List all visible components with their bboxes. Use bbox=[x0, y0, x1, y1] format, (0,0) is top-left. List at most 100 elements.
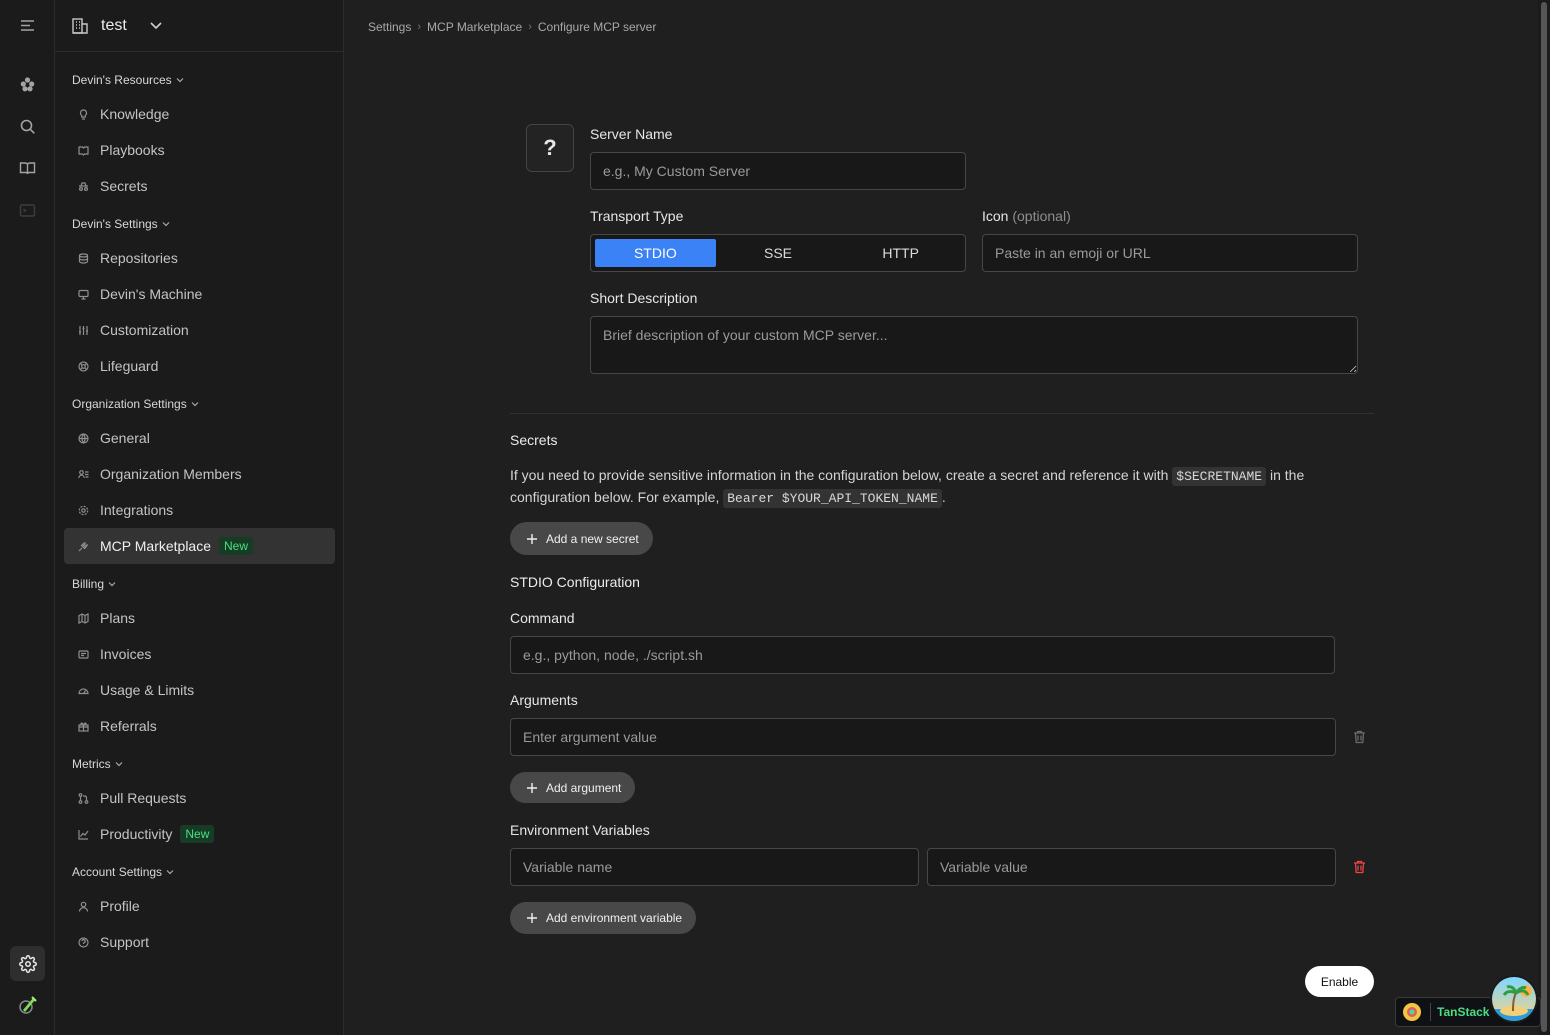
section-organization-settings[interactable]: Organization Settings bbox=[72, 397, 199, 411]
breadcrumb: Settings › MCP Marketplace › Configure M… bbox=[368, 20, 656, 34]
sidebar-item-customization[interactable]: Customization bbox=[64, 312, 335, 348]
command-input[interactable] bbox=[510, 636, 1335, 674]
section-account-settings[interactable]: Account Settings bbox=[72, 865, 174, 879]
arguments-label: Arguments bbox=[510, 692, 578, 708]
env-vars-label: Environment Variables bbox=[510, 822, 650, 838]
org-name: test bbox=[101, 16, 127, 34]
sidebar-item-invoices[interactable]: Invoices bbox=[64, 636, 335, 672]
database-icon bbox=[76, 252, 91, 264]
sidebar-item-support[interactable]: Support bbox=[64, 924, 335, 960]
sidebar-item-mcp-marketplace[interactable]: MCP Marketplace New bbox=[64, 528, 335, 564]
gauge-icon bbox=[76, 685, 91, 696]
section-devins-resources[interactable]: Devin's Resources bbox=[72, 73, 184, 87]
chevron-down-icon bbox=[166, 870, 174, 875]
page-scrollbar[interactable] bbox=[1538, 0, 1550, 1035]
user-avatar-icon[interactable] bbox=[10, 987, 45, 1022]
icon-label: Icon (optional) bbox=[982, 208, 1071, 224]
sidebar-item-referrals[interactable]: Referrals bbox=[64, 708, 335, 744]
sidebar-item-pull-requests[interactable]: Pull Requests bbox=[64, 780, 335, 816]
transport-type-label: Transport Type bbox=[590, 208, 684, 224]
settings-sidebar: test Devin's Resources Knowledge Playboo… bbox=[55, 0, 344, 1035]
section-devins-settings[interactable]: Devin's Settings bbox=[72, 217, 170, 231]
main-content: Settings › MCP Marketplace › Configure M… bbox=[344, 0, 1538, 1035]
sidebar-item-lifeguard[interactable]: Lifeguard bbox=[64, 348, 335, 384]
map-icon bbox=[76, 612, 91, 624]
secrets-help-text: If you need to provide sensitive informa… bbox=[510, 467, 1305, 508]
server-name-input[interactable] bbox=[590, 152, 966, 190]
settings-gear-icon[interactable] bbox=[10, 946, 45, 981]
chevron-down-icon[interactable] bbox=[149, 18, 163, 32]
org-switcher[interactable]: test bbox=[55, 0, 343, 52]
sidebar-item-integrations[interactable]: Integrations bbox=[64, 492, 335, 528]
sidebar-item-general[interactable]: General bbox=[64, 420, 335, 456]
section-billing[interactable]: Billing bbox=[72, 577, 116, 591]
transport-type-selector: STDIO SSE HTTP bbox=[590, 234, 966, 272]
breadcrumb-mcp-marketplace[interactable]: MCP Marketplace bbox=[427, 20, 522, 34]
chevron-down-icon bbox=[191, 402, 199, 407]
search-icon[interactable] bbox=[10, 109, 45, 144]
transport-option-stdio[interactable]: STDIO bbox=[595, 239, 716, 267]
collapse-sidebar-icon[interactable] bbox=[10, 8, 45, 43]
transport-option-http[interactable]: HTTP bbox=[840, 239, 961, 267]
add-env-var-button[interactable]: Add environment variable bbox=[510, 902, 697, 934]
section-metrics[interactable]: Metrics bbox=[72, 757, 123, 771]
new-badge: New bbox=[219, 537, 254, 555]
env-var-name-input[interactable] bbox=[510, 848, 919, 886]
add-secret-button[interactable]: Add a new secret bbox=[510, 522, 653, 555]
command-label: Command bbox=[510, 610, 575, 626]
section-divider bbox=[510, 413, 1374, 414]
plus-icon bbox=[527, 913, 537, 923]
git-pull-request-icon bbox=[76, 792, 91, 804]
tanstack-island-logo-icon[interactable] bbox=[1490, 975, 1538, 1023]
chevron-right-icon: › bbox=[417, 21, 422, 33]
devin-logo-icon[interactable] bbox=[10, 67, 45, 102]
tanstack-label: TanStack bbox=[1437, 1005, 1490, 1019]
short-description-textarea[interactable] bbox=[590, 316, 1358, 374]
line-chart-icon bbox=[76, 829, 91, 840]
sidebar-item-knowledge[interactable]: Knowledge bbox=[64, 96, 335, 132]
secrets-heading: Secrets bbox=[510, 432, 558, 448]
book-icon[interactable] bbox=[10, 151, 45, 186]
sidebar-item-repositories[interactable]: Repositories bbox=[64, 240, 335, 276]
sidebar-item-usage-limits[interactable]: Usage & Limits bbox=[64, 672, 335, 708]
plus-icon bbox=[527, 782, 537, 793]
monitor-icon bbox=[76, 289, 91, 300]
globe-icon bbox=[76, 432, 91, 444]
optional-hint: (optional) bbox=[1012, 208, 1071, 224]
chevron-down-icon bbox=[162, 222, 170, 227]
plus-icon bbox=[527, 533, 537, 544]
delete-env-var-trash-icon[interactable] bbox=[1353, 860, 1366, 874]
sidebar-item-profile[interactable]: Profile bbox=[64, 888, 335, 924]
add-argument-button[interactable]: Add argument bbox=[510, 772, 636, 803]
stdio-config-heading: STDIO Configuration bbox=[510, 574, 640, 590]
lightbulb-icon bbox=[76, 108, 91, 120]
new-badge: New bbox=[180, 825, 215, 843]
sidebar-item-organization-members[interactable]: Organization Members bbox=[64, 456, 335, 492]
breadcrumb-settings[interactable]: Settings bbox=[368, 20, 411, 34]
chevron-down-icon bbox=[115, 762, 123, 767]
argument-input[interactable] bbox=[510, 718, 1336, 756]
terminal-icon[interactable] bbox=[10, 193, 45, 228]
enable-button[interactable]: Enable bbox=[1305, 966, 1374, 997]
icon-input[interactable] bbox=[982, 234, 1358, 272]
env-var-value-input[interactable] bbox=[927, 848, 1336, 886]
users-icon bbox=[76, 469, 91, 480]
server-icon-preview: ? bbox=[526, 124, 574, 172]
sidebar-item-plans[interactable]: Plans bbox=[64, 600, 335, 636]
delete-argument-trash-icon[interactable] bbox=[1353, 730, 1366, 744]
plug-icon bbox=[76, 541, 91, 552]
sidebar-item-playbooks[interactable]: Playbooks bbox=[64, 132, 335, 168]
breadcrumb-current: Configure MCP server bbox=[537, 20, 657, 34]
chevron-down-icon bbox=[176, 78, 184, 83]
chevron-right-icon: › bbox=[528, 21, 532, 33]
sidebar-item-devins-machine[interactable]: Devin's Machine bbox=[64, 276, 335, 312]
scrollbar-thumb[interactable] bbox=[1541, 2, 1547, 1032]
short-description-label: Short Description bbox=[590, 290, 698, 306]
chevron-down-icon bbox=[108, 582, 116, 587]
transport-option-sse[interactable]: SSE bbox=[718, 239, 839, 267]
building-icon bbox=[71, 17, 89, 35]
receipt-icon bbox=[76, 649, 91, 660]
sidebar-item-secrets[interactable]: Secrets bbox=[64, 168, 335, 204]
tanstack-logo-icon bbox=[1402, 1002, 1422, 1022]
sidebar-item-productivity[interactable]: Productivity New bbox=[64, 816, 335, 852]
